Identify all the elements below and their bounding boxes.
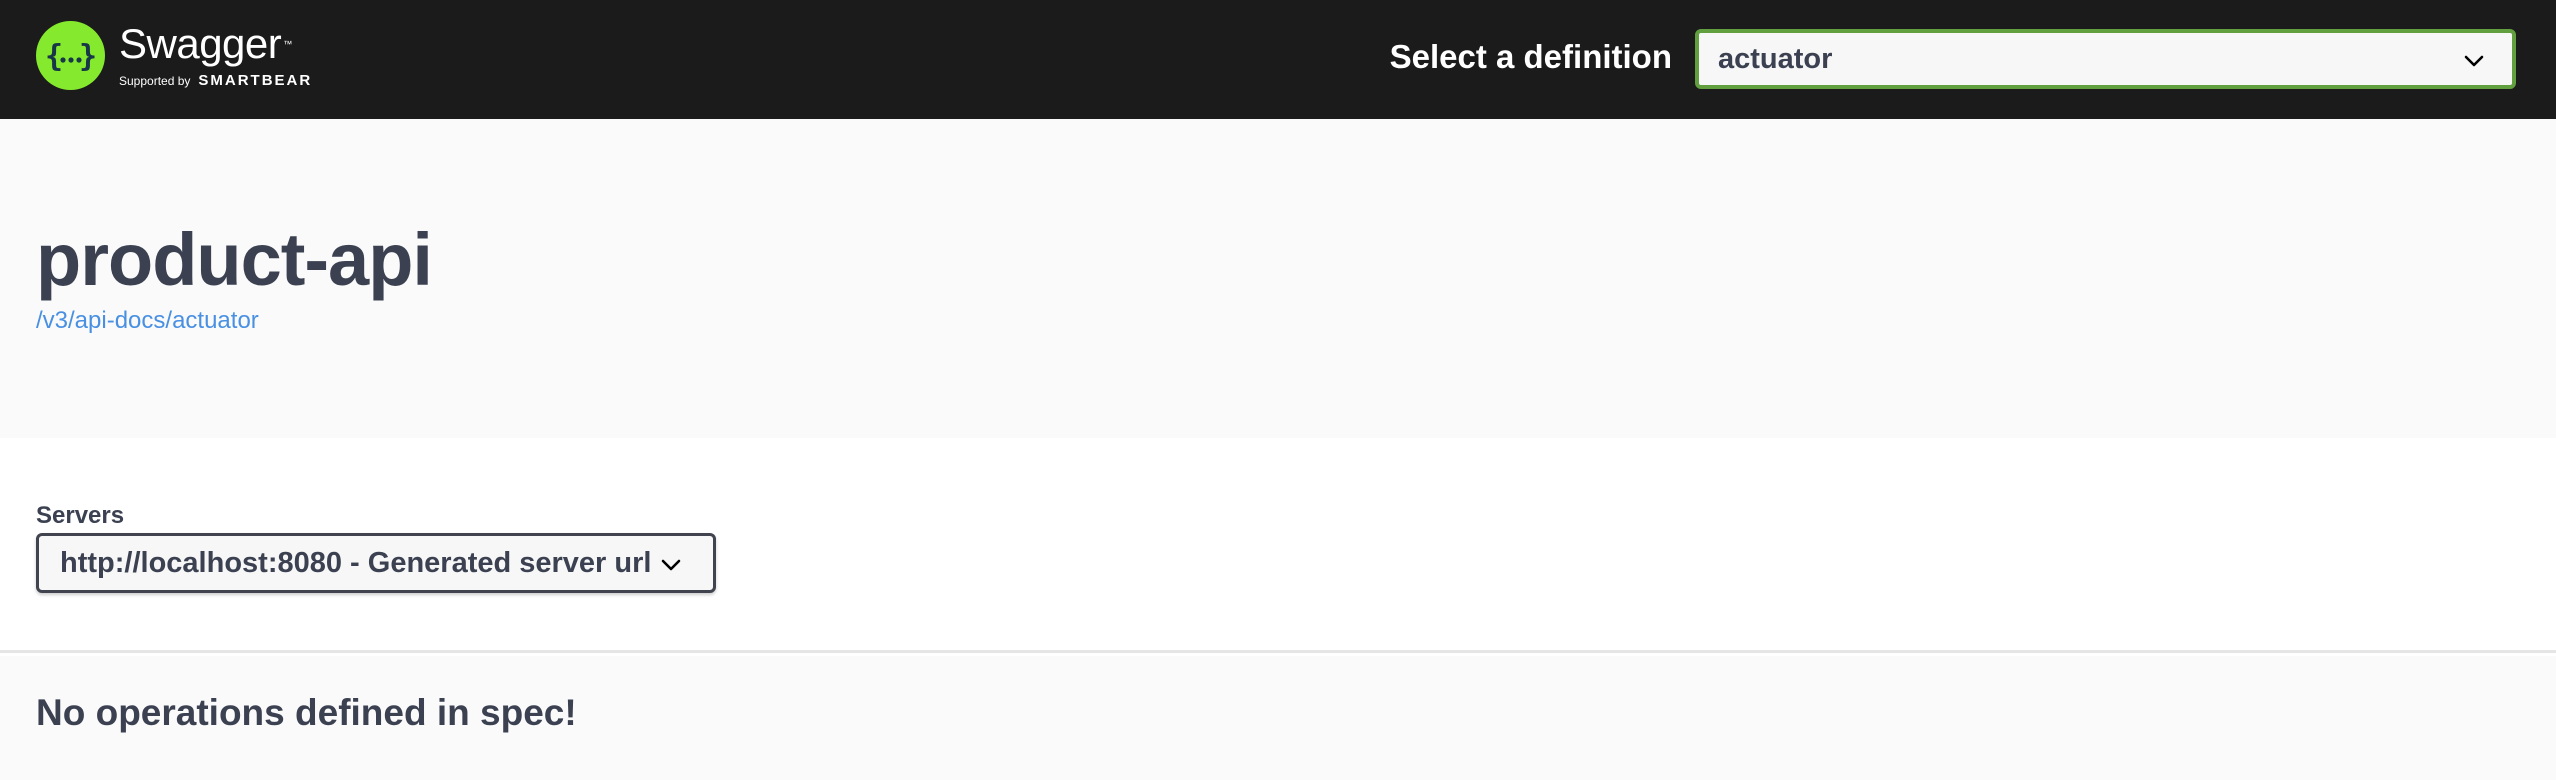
logo-text: Swagger ™ Supported by SMARTBEAR	[119, 20, 312, 90]
chevron-down-icon	[2464, 55, 2484, 67]
info-section: product-api /v3/api-docs/actuator	[0, 119, 2556, 438]
swagger-logo[interactable]: { } Swagger ™ Supported by SMARTBEAR	[36, 21, 312, 101]
logo-subtitle: Supported by SMARTBEAR	[119, 72, 312, 89]
svg-text:{: {	[45, 39, 63, 74]
svg-text:}: }	[79, 39, 97, 74]
servers-select[interactable]: http://localhost:8080 - Generated server…	[36, 533, 716, 593]
servers-section: Servers http://localhost:8080 - Generate…	[0, 438, 2556, 653]
topbar: { } Swagger ™ Supported by SMARTBEAR Sele…	[0, 0, 2556, 119]
chevron-down-icon	[661, 559, 681, 571]
logo-trademark: ™	[283, 39, 292, 49]
definition-label: Select a definition	[1389, 38, 1672, 75]
swagger-logo-icon: { }	[36, 21, 105, 90]
logo-supported-by: Supported by	[119, 74, 191, 88]
logo-brand: SMARTBEAR	[198, 72, 313, 89]
page-title: product-api	[36, 218, 433, 301]
logo-name: Swagger	[119, 20, 282, 67]
no-operations-message: No operations defined in spec!	[36, 692, 577, 733]
servers-select-value: http://localhost:8080 - Generated server…	[60, 546, 652, 579]
definition-select[interactable]: actuator	[1695, 29, 2516, 89]
servers-label: Servers	[36, 502, 125, 529]
spec-url-link[interactable]: /v3/api-docs/actuator	[36, 307, 259, 335]
operations-section: No operations defined in spec!	[0, 656, 2556, 780]
definition-select-value: actuator	[1718, 42, 1833, 75]
